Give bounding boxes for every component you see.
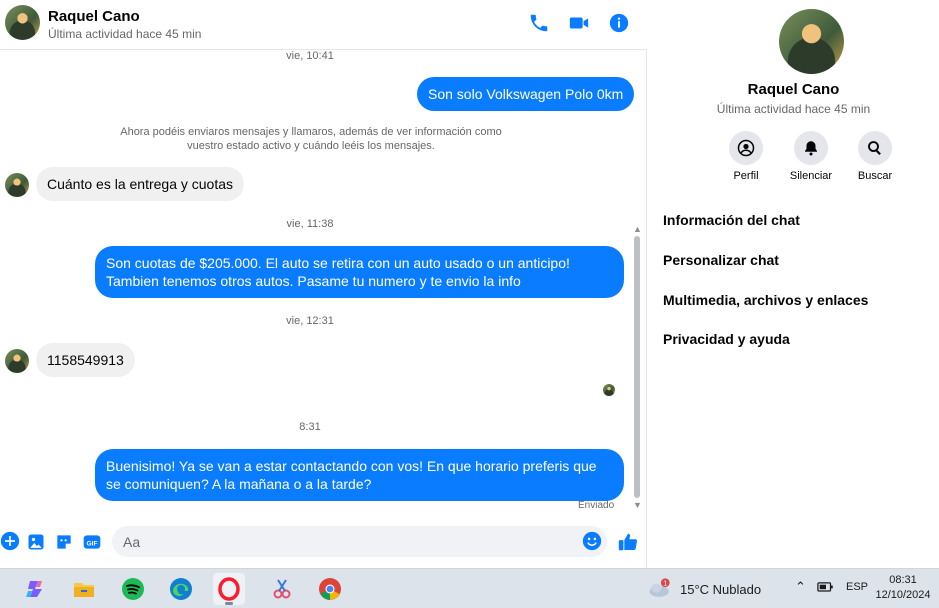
- message-outgoing[interactable]: Son solo Volkswagen Polo 0km: [417, 77, 635, 111]
- contact-avatar-large[interactable]: [779, 9, 844, 74]
- photo-icon[interactable]: [26, 532, 46, 552]
- menu-media-files-links[interactable]: Multimedia, archivos y enlaces: [663, 292, 868, 308]
- plus-icon[interactable]: [0, 531, 20, 551]
- thumbs-up-icon[interactable]: [617, 531, 639, 553]
- message-outgoing[interactable]: Buenisimo! Ya se van a estar contactando…: [95, 449, 624, 501]
- clock-time: 08:31: [889, 574, 917, 586]
- info-contact-name: Raquel Cano: [747, 81, 840, 98]
- system-notice: Ahora podéis enviaros mensajes y llamaro…: [120, 126, 502, 152]
- emoji-icon[interactable]: [582, 531, 602, 551]
- seen-indicator-avatar: [603, 384, 615, 396]
- profile-icon[interactable]: [729, 131, 763, 165]
- timestamp: vie, 11:38: [286, 218, 334, 230]
- language-indicator[interactable]: ESP: [846, 581, 868, 593]
- opera-icon[interactable]: [213, 573, 245, 605]
- snipping-tool-icon[interactable]: [266, 573, 298, 605]
- message-incoming[interactable]: Cuánto es la entrega y cuotas: [36, 167, 245, 201]
- battery-icon[interactable]: [817, 580, 835, 596]
- timestamp: 8:31: [299, 421, 321, 433]
- timestamp: vie, 12:31: [286, 315, 334, 327]
- menu-chat-info[interactable]: Información del chat: [663, 212, 800, 228]
- chat-info-pane: Raquel Cano Última actividad hace 45 min…: [648, 0, 939, 568]
- bell-icon[interactable]: [794, 131, 828, 165]
- contact-avatar-small: [5, 349, 29, 373]
- screen: Raquel Cano Última actividad hace 45 min…: [0, 0, 939, 608]
- cloudy-weather-icon: 1: [649, 578, 670, 597]
- contact-name[interactable]: Raquel Cano: [48, 8, 140, 25]
- search-label: Buscar: [857, 170, 893, 182]
- system-clock[interactable]: 08:31 12/10/2024: [870, 573, 936, 603]
- taskbar: 1 15°C Nublado ⌃ ESP 08:31 12/10/2024: [0, 568, 939, 608]
- svg-text:GIF: GIF: [86, 540, 97, 547]
- message-outgoing[interactable]: Son cuotas de $205.000. El auto se retir…: [95, 246, 624, 298]
- contact-avatar-small: [5, 173, 29, 197]
- message-input[interactable]: [112, 526, 572, 557]
- composer: GIF: [0, 520, 647, 568]
- clock-date: 12/10/2024: [875, 589, 931, 601]
- message-incoming[interactable]: 1158549913: [36, 343, 135, 377]
- active-indicator: [225, 602, 233, 605]
- copilot-icon[interactable]: [20, 573, 52, 605]
- gif-icon[interactable]: GIF: [82, 532, 102, 552]
- scroll-down-arrow[interactable]: ▼: [633, 500, 642, 510]
- search-button[interactable]: Buscar: [845, 131, 905, 182]
- info-contact-status: Última actividad hace 45 min: [716, 102, 871, 116]
- weather-text: 15°C Nublado: [680, 582, 762, 597]
- message-list[interactable]: vie, 10:41 Son solo Volkswagen Polo 0km …: [0, 50, 647, 520]
- file-explorer-icon[interactable]: [68, 573, 100, 605]
- timestamp: vie, 10:41: [286, 50, 334, 62]
- phone-call-icon[interactable]: [528, 12, 550, 34]
- chevron-up-icon[interactable]: ⌃: [795, 579, 806, 595]
- weather-widget[interactable]: 1 15°C Nublado: [646, 576, 761, 602]
- edge-icon[interactable]: [165, 573, 197, 605]
- mute-button[interactable]: Silenciar: [781, 131, 841, 182]
- menu-privacy-help[interactable]: Privacidad y ayuda: [663, 331, 790, 347]
- video-call-icon[interactable]: [568, 12, 590, 34]
- menu-customize-chat[interactable]: Personalizar chat: [663, 252, 779, 268]
- search-icon[interactable]: [858, 131, 892, 165]
- contact-status: Última actividad hace 45 min: [48, 27, 202, 41]
- message-input-box[interactable]: [112, 526, 607, 557]
- scroll-up-arrow[interactable]: ▲: [633, 224, 642, 234]
- chat-header: Raquel Cano Última actividad hace 45 min: [0, 0, 647, 50]
- chat-pane: Raquel Cano Última actividad hace 45 min…: [0, 0, 647, 568]
- sent-status: Enviado: [578, 500, 615, 511]
- spotify-icon[interactable]: [117, 573, 149, 605]
- contact-avatar[interactable]: [5, 5, 40, 40]
- profile-label: Perfil: [733, 170, 759, 182]
- sticker-icon[interactable]: [54, 532, 74, 552]
- weather-badge: 1: [663, 580, 667, 587]
- profile-button[interactable]: Perfil: [716, 131, 776, 182]
- chrome-icon[interactable]: [314, 573, 346, 605]
- scrollbar-thumb[interactable]: [634, 236, 640, 498]
- mute-label: Silenciar: [789, 170, 833, 182]
- info-icon[interactable]: [608, 12, 630, 34]
